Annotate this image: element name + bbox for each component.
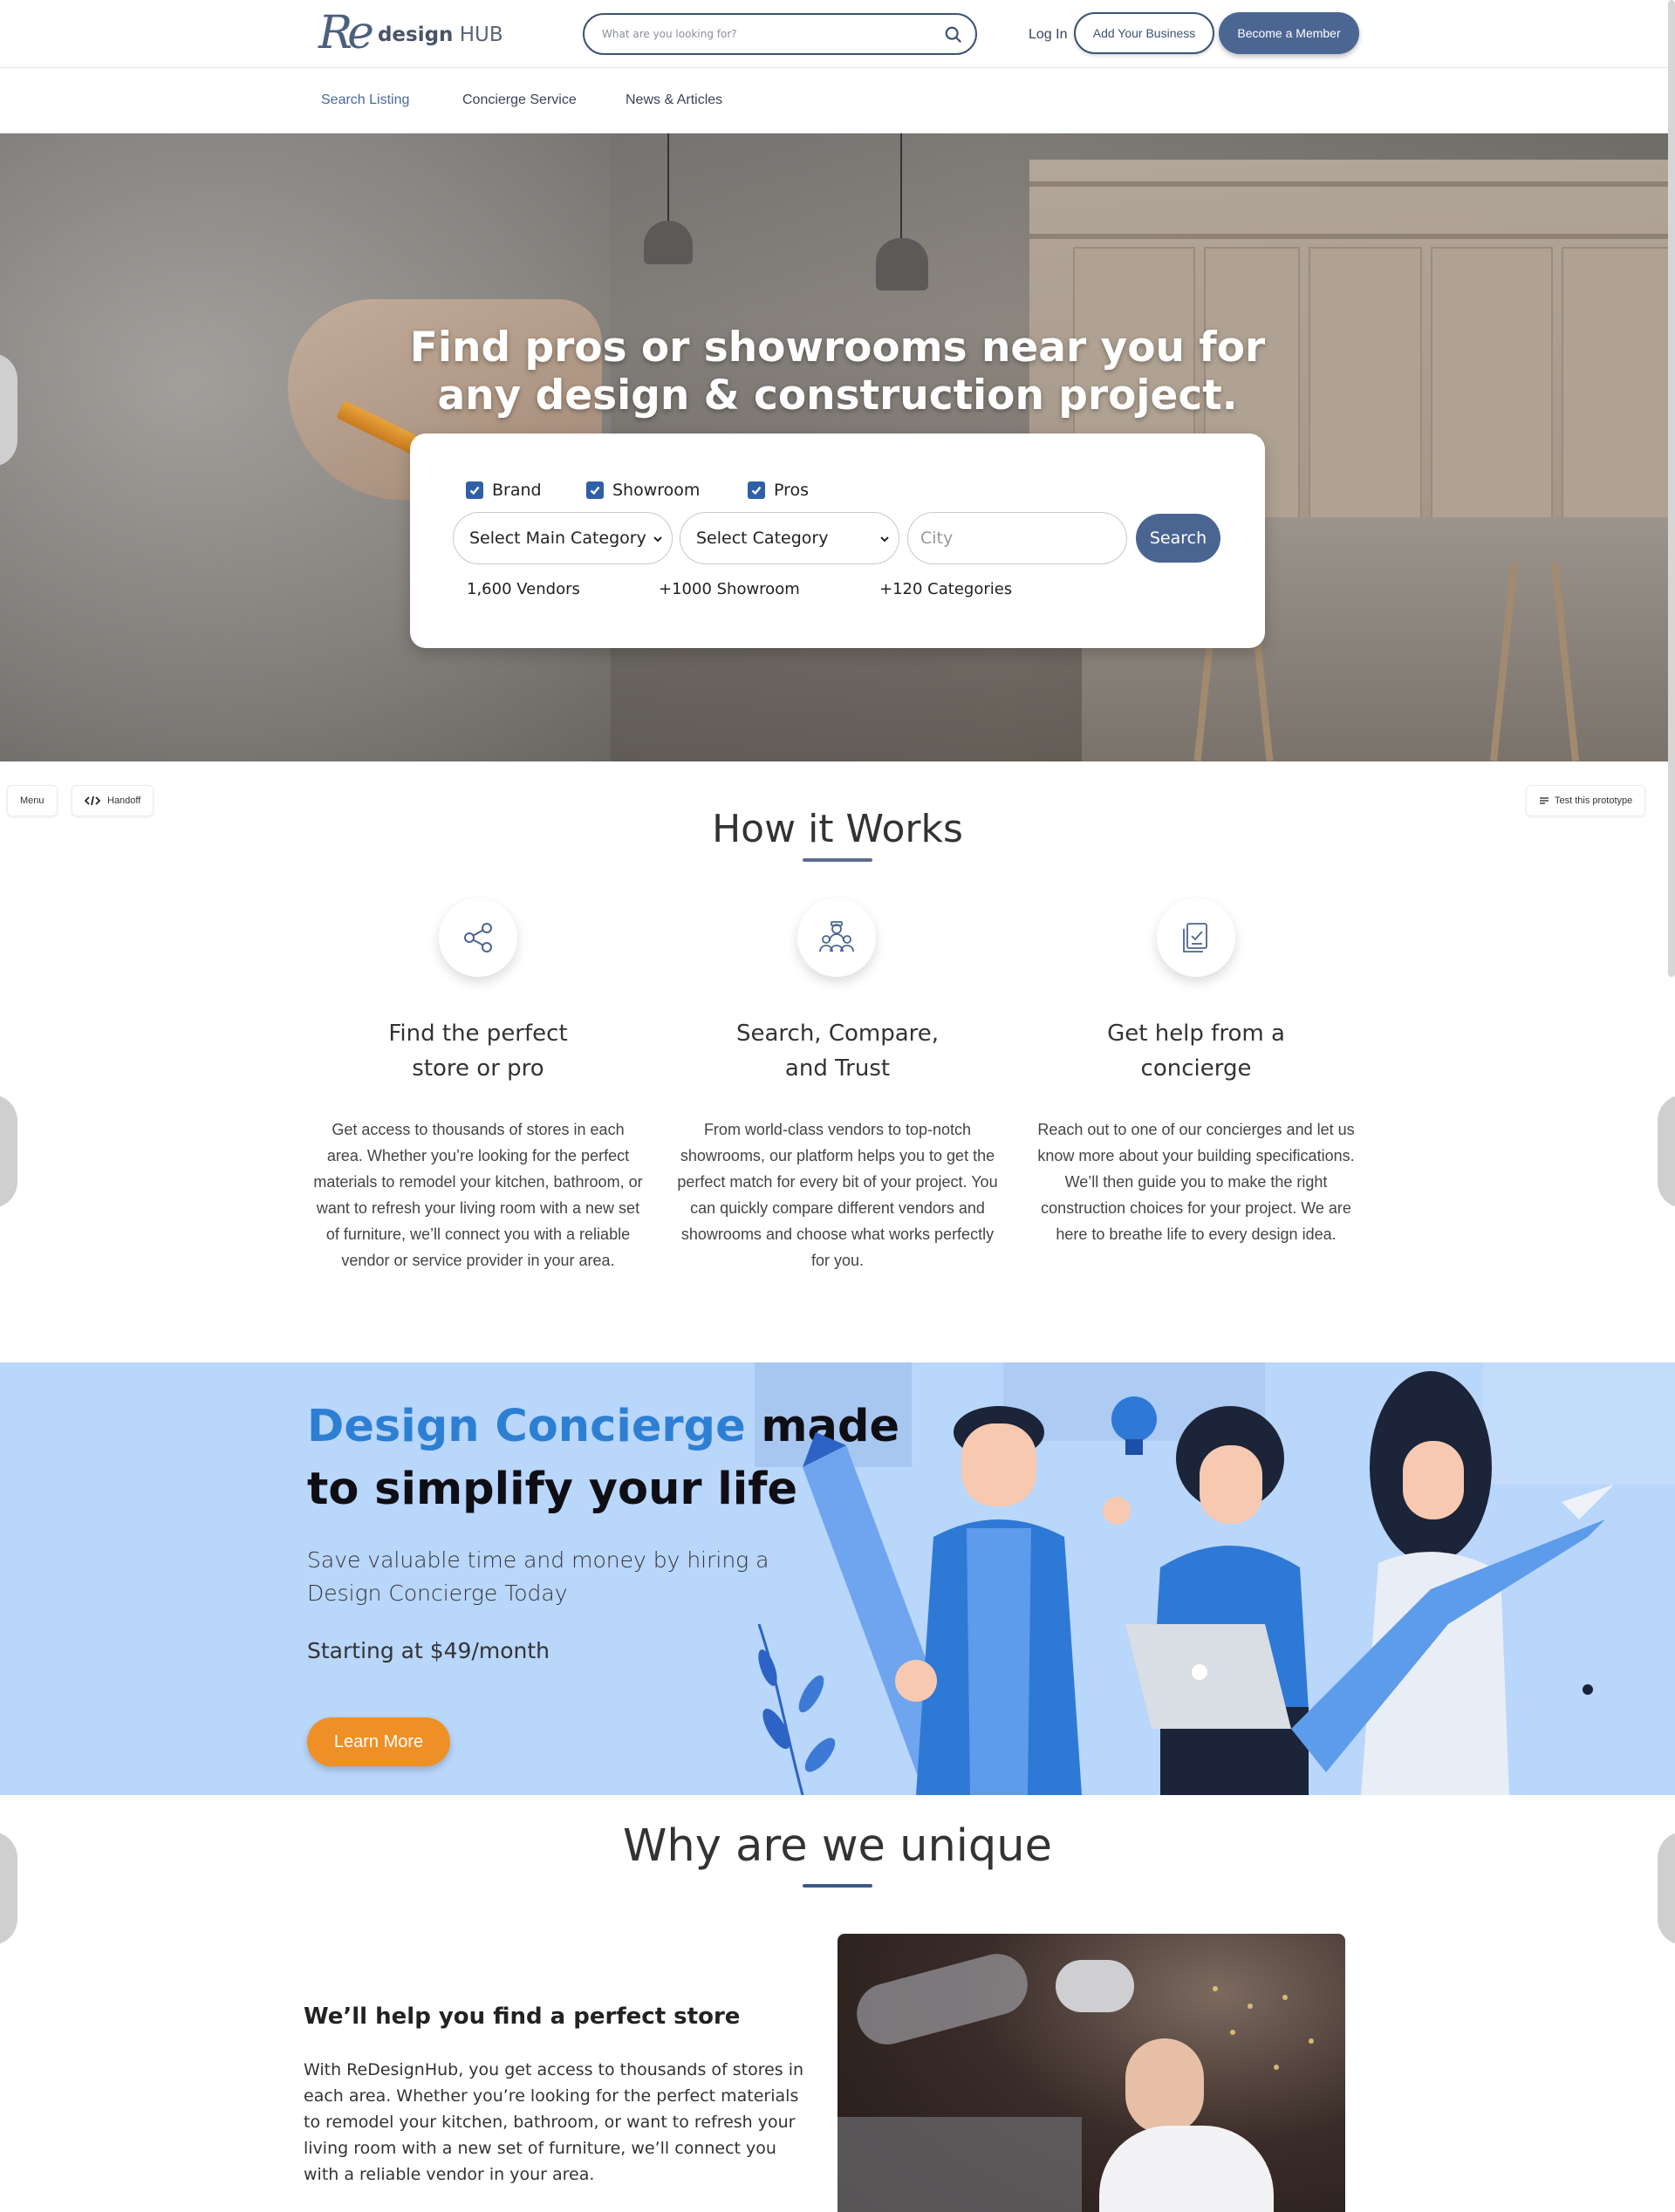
unique-heading: We’ll help you find a perfect store xyxy=(304,2004,741,2030)
logo-wordmark: design HUB xyxy=(378,24,503,46)
code-icon xyxy=(85,795,100,806)
how-step-2-icon-wrap xyxy=(797,898,876,977)
nav-concierge-service[interactable]: Concierge Service xyxy=(462,92,577,108)
bokeh-light xyxy=(1230,2030,1235,2035)
how-step-2-title-line-1: Search, Compare, xyxy=(735,1021,940,1047)
header-search-input[interactable] xyxy=(602,24,925,44)
add-business-button[interactable]: Add Your Business xyxy=(1074,12,1214,54)
how-step-3-title-line-2: concierge xyxy=(1140,1055,1252,1082)
become-member-button[interactable]: Become a Member xyxy=(1219,12,1359,54)
photo-lamp-head xyxy=(1056,1960,1134,2012)
prev-screen-handle[interactable] xyxy=(0,353,17,467)
main-nav: Search Listing Concierge Service News & … xyxy=(0,68,1675,133)
category-select[interactable]: Select Category xyxy=(680,512,899,564)
bokeh-light xyxy=(1309,2038,1314,2044)
bokeh-light xyxy=(1274,2065,1279,2070)
next-screen-handle[interactable] xyxy=(1658,1095,1675,1208)
unique-title-underline xyxy=(803,1884,872,1888)
nav-news-articles[interactable]: News & Articles xyxy=(626,92,722,108)
how-step-1-title: Find the perfect store or pro xyxy=(312,1016,644,1086)
showroom-label: Showroom xyxy=(612,481,701,500)
bokeh-light xyxy=(1213,1986,1218,1991)
photo-woman-shirt xyxy=(1099,2126,1274,2212)
test-prototype-label: Test this prototype xyxy=(1555,795,1633,806)
hero-title-line-1: Find pros or showrooms near you for xyxy=(409,324,1266,372)
pros-checkbox[interactable]: Pros xyxy=(748,481,809,500)
bokeh-light xyxy=(1282,1995,1288,2000)
stat-categories: +120 Categories xyxy=(879,580,1013,598)
prev-screen-handle[interactable] xyxy=(0,1095,17,1208)
pros-label: Pros xyxy=(774,481,810,500)
how-step-3-text: Reach out to one of our concierges and l… xyxy=(1037,1121,1355,1243)
checkbox-checked-icon xyxy=(586,481,604,499)
pendant-lamp xyxy=(876,238,928,290)
shelf-line xyxy=(1029,181,1675,187)
top-header: Re design HUB Log In Add Your Business B… xyxy=(0,0,1675,68)
banner-price: Starting at $49/month xyxy=(307,1638,550,1663)
photo-lamp xyxy=(850,1947,1035,2052)
how-step-1-title-line-1: Find the perfect xyxy=(388,1021,568,1047)
site-logo[interactable]: Re design HUB xyxy=(318,9,503,58)
team-icon xyxy=(819,921,854,952)
chevron-down-icon xyxy=(880,536,889,543)
menu-label: Menu xyxy=(20,795,44,806)
shelf-line xyxy=(1029,234,1675,239)
how-title-underline xyxy=(803,858,872,862)
city-input[interactable] xyxy=(907,512,1127,564)
login-link[interactable]: Log In xyxy=(1029,27,1067,43)
logo-hub: HUB xyxy=(459,24,503,46)
main-category-select[interactable]: Select Main Category xyxy=(453,512,673,564)
search-icon[interactable] xyxy=(944,25,963,44)
list-icon xyxy=(1540,797,1549,804)
lamp-cord xyxy=(667,133,669,221)
banner-title-highlight: Design Concierge xyxy=(307,1401,746,1452)
checkbox-checked-icon xyxy=(748,481,765,499)
share-icon xyxy=(464,923,492,952)
photo-woman-face xyxy=(1125,2038,1204,2134)
how-step-1-icon-wrap xyxy=(439,898,517,977)
handoff-label: Handoff xyxy=(107,795,141,806)
stat-showrooms: +1000 Showroom xyxy=(659,580,800,598)
how-step-3-icon-wrap xyxy=(1157,898,1235,977)
how-step-2-title: Search, Compare, and Trust xyxy=(672,1016,1003,1086)
how-step-1-text: Get access to thousands of stores in eac… xyxy=(313,1121,643,1269)
brand-label: Brand xyxy=(492,481,542,500)
lamp-cord xyxy=(900,133,902,238)
concierge-banner: Design Concierge made to simplify your l… xyxy=(0,1362,1675,1795)
stat-vendors: 1,600 Vendors xyxy=(467,580,580,598)
chevron-down-icon xyxy=(653,536,662,543)
logo-mark: Re xyxy=(318,7,374,59)
documents-icon xyxy=(1183,923,1207,952)
hero-title: Find pros or showrooms near you for any … xyxy=(0,324,1675,420)
how-step-2-text: From world-class vendors to top-notch sh… xyxy=(677,1121,998,1269)
learn-more-button[interactable]: Learn More xyxy=(307,1717,450,1766)
nav-search-listing[interactable]: Search Listing xyxy=(321,92,409,108)
how-step-2-title-line-2: and Trust xyxy=(784,1055,891,1082)
unique-title: Why are we unique xyxy=(622,1820,1053,1872)
how-step-3-title-line-1: Get help from a xyxy=(1107,1021,1285,1047)
how-title: How it Works xyxy=(712,807,963,851)
how-step-1-title-line-2: store or pro xyxy=(412,1055,544,1082)
photo-table xyxy=(838,2117,1082,2212)
category-value: Select Category xyxy=(696,529,829,548)
brand-checkbox[interactable]: Brand xyxy=(466,481,542,500)
concierge-team-illustration xyxy=(757,1371,1614,1795)
store-photo xyxy=(838,1934,1345,2212)
unique-text: With ReDesignHub, you get access to thou… xyxy=(304,2060,804,2184)
pendant-lamp xyxy=(644,221,693,264)
bokeh-light xyxy=(1248,2004,1253,2009)
checkbox-checked-icon xyxy=(466,481,483,499)
main-category-value: Select Main Category xyxy=(469,529,646,548)
how-step-3-title: Get help from a concierge xyxy=(1030,1016,1362,1086)
hero-title-line-2: any design & construction project. xyxy=(437,372,1238,420)
logo-word: design xyxy=(377,24,454,46)
hero-search-button[interactable]: Search xyxy=(1136,514,1220,563)
header-search xyxy=(583,13,977,55)
hero-search-box: Brand Showroom Pros Select Main Category… xyxy=(410,434,1265,648)
showroom-checkbox[interactable]: Showroom xyxy=(586,481,700,500)
